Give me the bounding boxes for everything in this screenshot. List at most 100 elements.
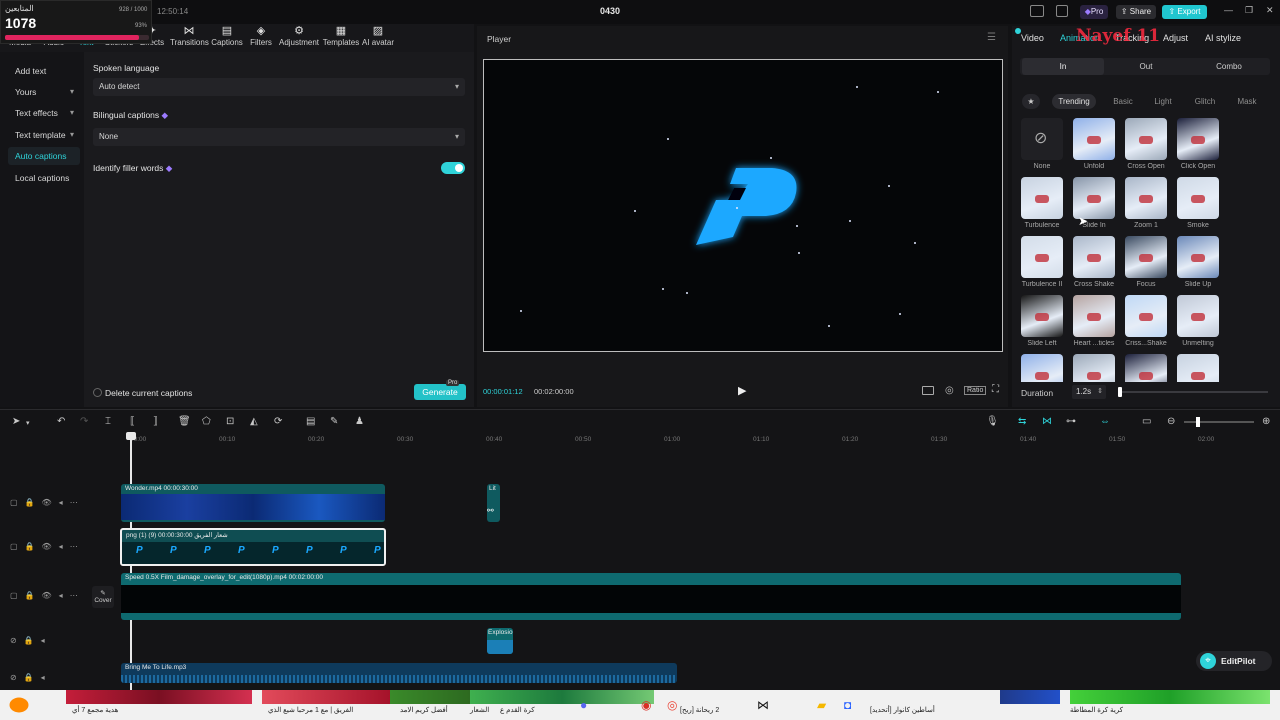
chip-light[interactable]: Light	[1148, 94, 1178, 109]
shortcuts-icon[interactable]	[1056, 5, 1068, 17]
thumbnail-preview-3[interactable]	[390, 690, 470, 704]
cover-button[interactable]: ✎ Cover	[92, 586, 114, 608]
nav-local-captions[interactable]: Local captions	[8, 169, 80, 187]
folder-icon[interactable]: ▰	[817, 698, 826, 712]
delete-captions-checkbox[interactable]	[93, 388, 102, 397]
clip-film-damage[interactable]: Speed 0.5X Film_damage_overlay_for_edit(…	[121, 573, 1181, 620]
bilingual-captions-select[interactable]: None ▾	[93, 128, 465, 146]
toolbar-templates[interactable]: ▦ Templates	[322, 24, 360, 52]
filler-words-toggle[interactable]	[441, 162, 465, 174]
preset-tile[interactable]	[1125, 118, 1167, 160]
thumbnail-preview-5[interactable]	[1000, 690, 1060, 704]
toolbar-ai-avatar[interactable]: ▨ AI avatar	[360, 24, 396, 52]
toolbar-adjustment[interactable]: ⚙ Adjustment	[278, 24, 320, 52]
duration-slider-handle[interactable]	[1118, 387, 1122, 397]
preset-tile[interactable]	[1177, 236, 1219, 278]
preset-tile[interactable]	[1021, 354, 1063, 382]
preset-tile[interactable]	[1125, 295, 1167, 337]
ruler-tick-label: 00:50	[575, 436, 592, 443]
toolbar-transitions[interactable]: ⋈ Transitions	[170, 24, 209, 52]
maximize-button[interactable]: ❐	[1245, 5, 1253, 16]
clip-wonder[interactable]: Wonder.mp4 00:00:30:00	[121, 484, 385, 522]
snapshot-icon[interactable]: ◎	[945, 385, 954, 396]
menu-icon[interactable]: ☰	[987, 32, 996, 43]
chip-mask[interactable]: Mask	[1232, 94, 1262, 109]
app-blue-icon[interactable]: ◘	[844, 698, 851, 712]
clip-lit[interactable]: Lit ⚯	[487, 484, 500, 522]
close-button[interactable]: ✕	[1266, 5, 1274, 16]
toolbar-filters[interactable]: ◈ Filters	[246, 24, 276, 52]
track-controls-audio[interactable]: ⊘🔒◂	[10, 673, 52, 682]
track-controls-audio-fx[interactable]: ⊘🔒◂	[10, 636, 52, 645]
preset-tile[interactable]	[1125, 177, 1167, 219]
chip-glitch[interactable]: Glitch	[1189, 94, 1221, 109]
preset-tile[interactable]	[1073, 236, 1115, 278]
playhead-handle[interactable]	[126, 432, 136, 440]
nav-yours[interactable]: Yours ▾	[8, 83, 80, 101]
play-icon[interactable]: ▶	[738, 384, 746, 397]
segment-in[interactable]: In	[1022, 58, 1104, 75]
minimize-button[interactable]: —	[1224, 5, 1233, 15]
discord-icon[interactable]: ●	[580, 698, 587, 712]
nav-text-effects[interactable]: Text effects ▾	[8, 104, 80, 122]
preset-tile[interactable]	[1125, 354, 1167, 382]
export-button[interactable]: ⇧ Export	[1162, 5, 1207, 19]
preset-tile[interactable]	[1073, 354, 1115, 382]
tab-ai-stylize[interactable]: AI stylize	[1205, 33, 1241, 43]
stepper-icon: ⇕	[1097, 388, 1103, 395]
spoken-language-select[interactable]: Auto detect ▾	[93, 78, 465, 96]
clip-audio[interactable]: Bring Me To Life.mp3	[121, 663, 677, 683]
generate-button[interactable]: Generate	[414, 384, 466, 400]
preview-canvas[interactable]	[483, 59, 1003, 352]
none-preset-tile[interactable]: ⊘	[1021, 118, 1063, 160]
preset-tile[interactable]	[1177, 354, 1219, 382]
thumbnail-preview-4[interactable]	[470, 690, 654, 704]
track-controls-1[interactable]: ▢🔒👁◂⋯	[10, 498, 85, 507]
capcut-icon[interactable]: ⋈	[757, 698, 769, 712]
preset-tile[interactable]	[1021, 177, 1063, 219]
nav-add-text[interactable]: Add text	[8, 62, 80, 80]
ratio-button[interactable]: Ratio	[964, 386, 987, 395]
segment-out[interactable]: Out	[1105, 58, 1187, 75]
track-controls-main[interactable]: ▢🔒👁◂⋯	[10, 591, 85, 600]
clip-explosion[interactable]: Explosio	[487, 628, 513, 654]
fit-icon[interactable]	[922, 386, 934, 395]
browser-icon[interactable]: ◎	[667, 698, 677, 712]
layout-icon[interactable]	[1030, 5, 1044, 17]
duration-input[interactable]: 1.2s ⇕	[1072, 385, 1106, 399]
preset-tile[interactable]	[1125, 236, 1167, 278]
favorites-icon[interactable]: ★	[1022, 94, 1040, 109]
tab-adjust[interactable]: Adjust	[1163, 33, 1188, 43]
thumbnail-preview-6[interactable]	[1070, 690, 1270, 704]
preset-tile[interactable]	[1177, 177, 1219, 219]
share-button[interactable]: ⇪ Share	[1116, 5, 1156, 19]
none-icon: ⊘	[1034, 130, 1048, 147]
app-orange-icon[interactable]	[9, 697, 29, 713]
preset-tile[interactable]	[1073, 177, 1115, 219]
chrome-icon[interactable]: ◉	[641, 698, 651, 712]
time-ruler: 00:00 00:10 00:20 00:30 00:40 00:50 01:00 01:10…	[0, 410, 1280, 450]
editpilot-button[interactable]: ⌖ EditPilot	[1196, 651, 1272, 671]
tab-video[interactable]: Video	[1021, 33, 1044, 43]
chip-trending[interactable]: Trending	[1052, 94, 1096, 109]
preset-tile[interactable]	[1177, 295, 1219, 337]
preset-tile[interactable]	[1177, 118, 1219, 160]
chip-basic[interactable]: Basic	[1106, 94, 1140, 109]
preset-tile[interactable]	[1021, 295, 1063, 337]
preset-tile[interactable]	[1021, 236, 1063, 278]
logo-thumbnail: P	[136, 545, 143, 556]
thumbnail-preview-1[interactable]	[66, 690, 252, 704]
clip-logo[interactable]: png (1) (9) شعار الفريق 00:00:30:00 PPPP…	[120, 528, 386, 566]
nav-text-template[interactable]: Text template ▾	[8, 126, 80, 144]
fullscreen-icon[interactable]: ⛶	[992, 384, 999, 395]
nav-auto-captions[interactable]: Auto captions	[8, 147, 80, 165]
duration-slider[interactable]	[1118, 387, 1268, 397]
preset-tile[interactable]	[1073, 118, 1115, 160]
clip-waveform	[487, 640, 513, 654]
pro-button[interactable]: ◆Pro	[1080, 5, 1108, 19]
segment-combo[interactable]: Combo	[1188, 58, 1270, 75]
track-controls-2[interactable]: ▢🔒👁◂⋯	[10, 542, 85, 551]
toolbar-captions[interactable]: ▤ Captions	[210, 24, 244, 52]
preset-tile[interactable]	[1073, 295, 1115, 337]
thumbnail-preview-2[interactable]	[262, 690, 390, 704]
